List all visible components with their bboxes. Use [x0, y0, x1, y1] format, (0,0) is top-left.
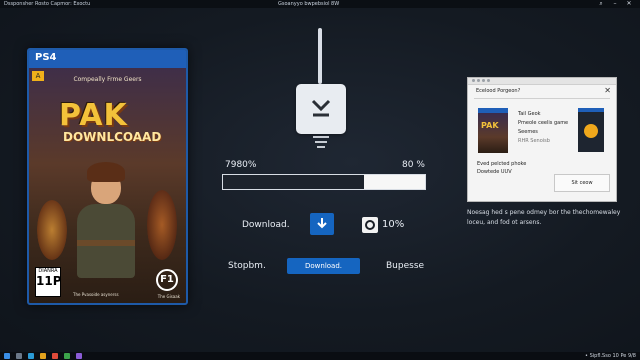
window-title: Dssponsher Rosto Capmor: Exoctu — [4, 1, 91, 7]
thumbnail-logo: PAK — [481, 121, 499, 130]
cover-footer-left: The Pvasoide asynerss — [73, 292, 119, 297]
taskbar: • Sipfl.Sso 10 Pe 9/8 — [0, 352, 640, 360]
side-note: Noesag hed s pene odmey bor the thechome… — [467, 209, 621, 226]
info-line: RHR Senoisb — [518, 138, 550, 144]
fire-decoration — [37, 200, 67, 260]
minimize-icon[interactable]: – — [610, 0, 620, 8]
folder-icon[interactable] — [40, 353, 46, 359]
close-icon[interactable]: ✕ — [624, 0, 634, 8]
title-bar: Dssponsher Rosto Capmor: Exoctu Gsoanyyo… — [0, 0, 640, 8]
ring-icon — [365, 220, 375, 230]
download-button[interactable]: Download. — [287, 258, 360, 274]
pause-label[interactable]: Bupesse — [386, 261, 424, 271]
percent-label: 10% — [382, 219, 405, 230]
search-icon[interactable]: ⌕ — [596, 0, 606, 8]
app-icon[interactable] — [76, 353, 82, 359]
age-rating-value: 11P — [36, 274, 62, 288]
game-cover[interactable]: PS4 A Compeally Frme Geers PAK DOWNLCOAA… — [27, 48, 188, 305]
cover-subtitle: Compeally Frme Geers — [73, 76, 142, 83]
app-icon[interactable] — [64, 353, 70, 359]
dialog-text-line: Eved pelcted phoke — [477, 161, 527, 167]
emblem-icon — [584, 124, 598, 138]
progress-right-label: 80 % — [402, 160, 425, 170]
dialog-divider — [474, 98, 610, 99]
hero-belt — [77, 240, 135, 246]
download-label: Download. — [242, 220, 290, 230]
game-logo: PAK — [59, 98, 128, 133]
progress-fill — [223, 175, 365, 189]
cover-footer-right: The Gisaak — [157, 294, 180, 299]
cable-decoration — [318, 28, 322, 84]
record-toggle[interactable] — [362, 217, 378, 233]
fire-decoration — [147, 190, 177, 260]
publisher-badge: F1 — [156, 269, 178, 291]
game-info: Tail Geok Pmeole ceelis game Seemes RHR … — [518, 110, 568, 146]
arrow-down-icon — [317, 218, 327, 229]
game-thumbnail: PAK — [478, 108, 508, 153]
dialog-text: Eved pelcted phoke Dowtede UUV — [477, 160, 526, 176]
dialog-title: Ecelood Porgeon? — [476, 88, 521, 94]
platform-bar: PS4 — [29, 50, 186, 68]
info-line: Seemes — [518, 129, 538, 135]
dialog-close-icon[interactable]: ✕ — [604, 86, 611, 95]
dialog-titlebar — [468, 78, 616, 85]
info-line: Pmeole ceelis game — [518, 120, 569, 126]
secondary-thumbnail — [578, 108, 604, 152]
stop-label[interactable]: Stopbm. — [228, 261, 266, 271]
start-icon[interactable] — [4, 353, 10, 359]
search-icon[interactable] — [16, 353, 22, 359]
progress-left-label: 7980% — [225, 160, 257, 170]
app-icon[interactable] — [28, 353, 34, 359]
game-logo-sub: DOWNLCOAAD — [63, 130, 162, 144]
download-dialog: Ecelood Porgeon? ✕ PAK Tail Geok Pmeole … — [467, 77, 617, 202]
download-icon — [296, 84, 346, 134]
dialog-text-line: Dowtede UUV — [477, 169, 512, 175]
progress-bar — [222, 174, 426, 190]
dialog-button[interactable]: Sit ceow — [554, 174, 610, 192]
clock: • Sipfl.Sso 10 Pe 9/8 — [585, 353, 636, 359]
window-subtitle: Gsoanyyo bwpebsiol 8W — [278, 1, 340, 7]
download-arrow-button[interactable] — [310, 213, 334, 235]
hero-hair — [87, 162, 125, 182]
download-lines-icon — [312, 136, 330, 156]
info-title: Tail Geok — [518, 111, 541, 117]
platform-label: PS4 — [35, 52, 57, 63]
browser-icon[interactable] — [52, 353, 58, 359]
age-rating: DIANRA 11P — [35, 267, 62, 297]
